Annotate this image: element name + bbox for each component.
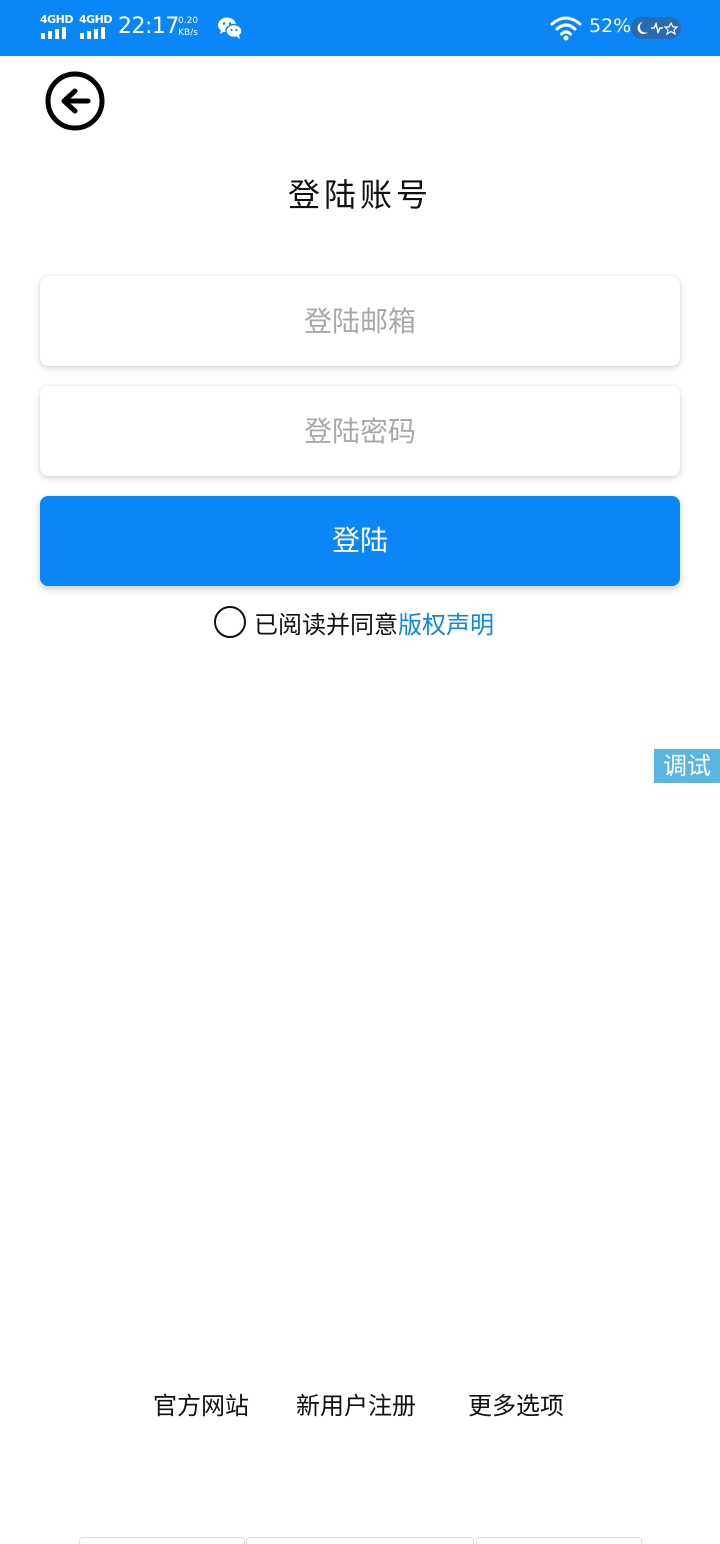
more-options-link[interactable]: 更多选项	[468, 1386, 564, 1421]
network-speed-value: 0.20	[178, 16, 199, 26]
bottom-strip-segment	[476, 1537, 642, 1544]
wechat-icon	[218, 17, 243, 39]
bottom-strip-segment	[79, 1537, 245, 1544]
status-bar: 4GHD 4GHD 22:17 0.20 KB/s 52%	[0, 0, 720, 56]
signal-2-label: 4GHD	[79, 13, 113, 26]
back-arrow-circle-icon[interactable]	[44, 70, 106, 132]
battery-level: 52%	[589, 15, 632, 37]
footer-links: 官方网站 新用户注册 更多选项	[0, 1386, 720, 1422]
login-screen: 4GHD 4GHD 22:17 0.20 KB/s 52% 登陆账号 登陆邮箱 …	[0, 0, 720, 1544]
bottom-strip-segment	[246, 1537, 474, 1544]
status-time: 22:17	[118, 14, 179, 39]
register-link[interactable]: 新用户注册	[296, 1386, 416, 1421]
agreement-text: 已阅读并同意	[254, 610, 398, 639]
signal-icon: 4GHD	[79, 13, 113, 41]
copyright-link[interactable]: 版权声明	[398, 605, 494, 640]
network-speed-unit: KB/s	[178, 28, 198, 38]
signal-1-label: 4GHD	[40, 13, 74, 26]
email-field[interactable]	[40, 276, 680, 366]
agreement-row: 已阅读并同意 版权声明	[214, 605, 494, 639]
signal-icon: 4GHD	[40, 13, 74, 41]
official-website-link[interactable]: 官方网站	[153, 1386, 249, 1421]
moon-icon	[631, 17, 681, 39]
password-field-container	[40, 386, 680, 476]
agree-radio[interactable]	[214, 606, 246, 638]
debug-button[interactable]: 调试	[654, 749, 720, 783]
email-field-container	[40, 276, 680, 366]
login-button[interactable]: 登陆	[40, 496, 680, 586]
network-speed: 0.20 KB/s	[178, 15, 198, 39]
password-field[interactable]	[40, 386, 680, 476]
page-title: 登陆账号	[287, 176, 432, 214]
wifi-icon	[550, 16, 582, 41]
